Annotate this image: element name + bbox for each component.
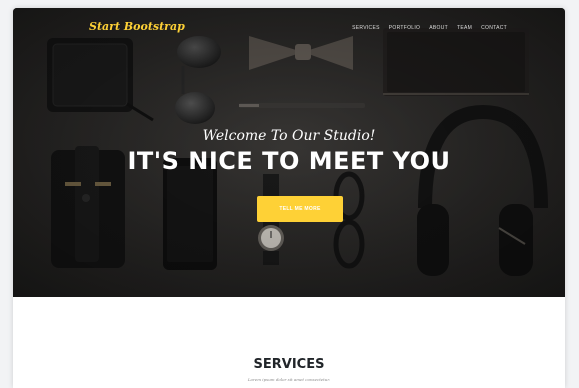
nav-links: SERVICES PORTFOLIO ABOUT TEAM CONTACT bbox=[352, 25, 507, 31]
navbar: Start Bootstrap SERVICES PORTFOLIO ABOUT… bbox=[13, 8, 565, 44]
nav-link-contact[interactable]: CONTACT bbox=[481, 25, 507, 31]
hero-heading: IT'S NICE TO MEET YOU bbox=[127, 147, 451, 175]
nav-link-about[interactable]: ABOUT bbox=[429, 25, 448, 31]
nav-link-team[interactable]: TEAM bbox=[457, 25, 472, 31]
browser-window: Start Bootstrap SERVICES PORTFOLIO ABOUT… bbox=[13, 8, 565, 388]
tell-me-more-button[interactable]: TELL ME MORE bbox=[257, 196, 343, 222]
nav-link-services[interactable]: SERVICES bbox=[352, 25, 380, 31]
nav-link-portfolio[interactable]: PORTFOLIO bbox=[389, 25, 421, 31]
brand-logo[interactable]: Start Bootstrap bbox=[89, 20, 185, 33]
services-subtitle: Lorem ipsum dolor sit amet consectetur. bbox=[247, 377, 331, 382]
hero-section: Start Bootstrap SERVICES PORTFOLIO ABOUT… bbox=[13, 8, 565, 297]
services-title: SERVICES bbox=[253, 357, 325, 372]
hero-subheading: Welcome To Our Studio! bbox=[202, 128, 376, 144]
